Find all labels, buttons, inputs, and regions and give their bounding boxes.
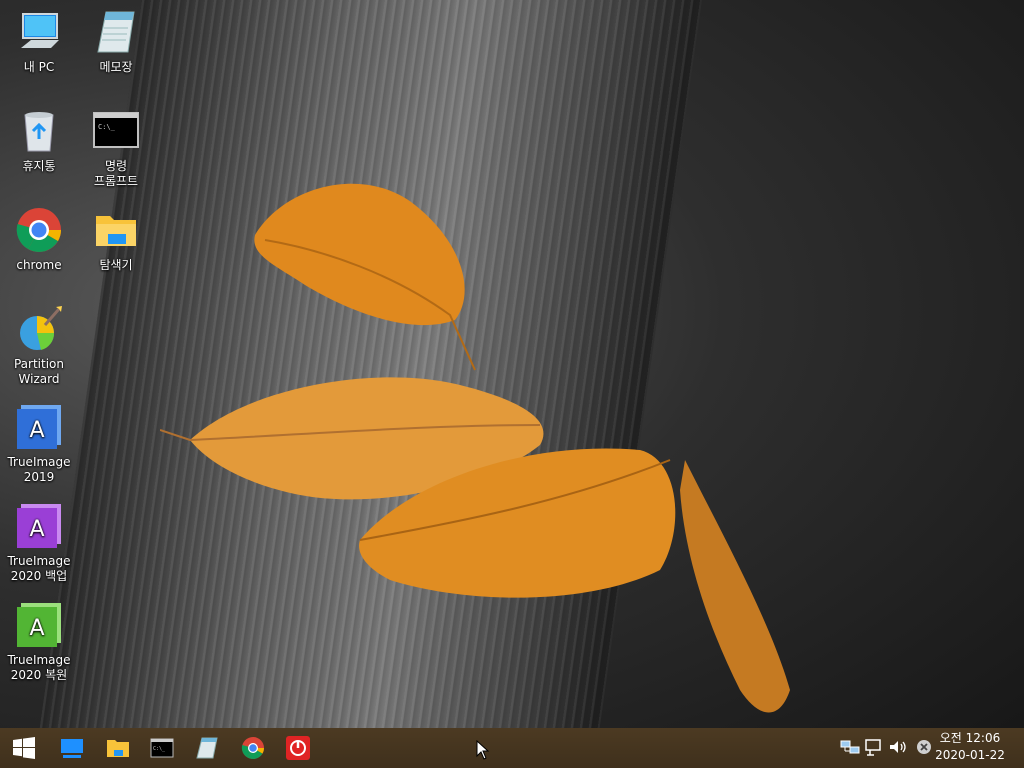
desktop-icon-chrome[interactable]: chrome xyxy=(1,206,77,273)
leaf-right xyxy=(680,460,790,713)
desktop-icon-trueimage-2019[interactable]: A TrueImage 2019 xyxy=(1,403,77,485)
leaf-bottom xyxy=(359,448,676,598)
taskbar-cmd-button[interactable]: C:\_ xyxy=(142,732,182,764)
svg-text:A: A xyxy=(29,418,44,443)
notepad-icon xyxy=(92,8,140,56)
mouse-cursor-icon xyxy=(476,740,490,760)
system-tray xyxy=(840,728,936,768)
taskbar: C:\_ 오전 12:06 2020-01-22 xyxy=(0,728,1024,768)
recycle-bin-icon xyxy=(15,107,63,155)
command-prompt-icon: C:\_ xyxy=(150,738,174,758)
taskbar-chrome-button[interactable] xyxy=(233,732,273,764)
taskbar-explorer-button[interactable] xyxy=(98,732,138,764)
desktop-icon-trueimage-2020-backup[interactable]: A TrueImage 2020 백업 xyxy=(1,502,77,584)
desktop-icon-my-pc[interactable]: 내 PC xyxy=(1,8,77,75)
leaf-top xyxy=(254,183,476,371)
trueimage-icon: A xyxy=(15,403,63,451)
taskbar-power-button[interactable] xyxy=(278,732,318,764)
taskbar-desktop-button[interactable] xyxy=(52,732,92,764)
folder-icon xyxy=(92,206,140,254)
svg-text:C:\_: C:\_ xyxy=(153,746,166,752)
desktop-icon xyxy=(61,739,83,758)
taskbar-notepad-button[interactable] xyxy=(187,732,227,764)
command-prompt-icon: C:\_ xyxy=(92,107,140,155)
windows-start-icon xyxy=(13,737,35,759)
start-button[interactable] xyxy=(4,732,44,764)
clock-date: 2020-01-22 xyxy=(935,748,1005,762)
svg-text:A: A xyxy=(29,616,44,641)
power-icon xyxy=(286,736,310,760)
chrome-icon xyxy=(241,737,264,759)
desktop-icon-partition-wizard[interactable]: Partition Wizard xyxy=(1,305,77,387)
clock-time: 오전 12:06 xyxy=(939,731,1001,745)
computer-icon xyxy=(15,8,63,56)
desktop-icon-recycle-bin[interactable]: 휴지통 xyxy=(1,107,77,174)
partition-wizard-icon xyxy=(15,305,63,353)
volume-icon[interactable] xyxy=(888,737,910,759)
notepad-icon xyxy=(196,737,218,759)
svg-text:A: A xyxy=(29,517,44,542)
taskbar-clock[interactable]: 오전 12:06 2020-01-22 xyxy=(930,730,1010,764)
trueimage-icon: A xyxy=(15,502,63,550)
file-explorer-icon xyxy=(107,740,129,757)
ethernet-icon[interactable] xyxy=(864,737,886,759)
trueimage-icon: A xyxy=(15,601,63,649)
desktop-icon-trueimage-2020-restore[interactable]: A TrueImage 2020 복원 xyxy=(1,601,77,683)
network-icon[interactable] xyxy=(840,737,862,759)
svg-text:C:\_: C:\_ xyxy=(98,123,116,131)
desktop-icon-notepad[interactable]: 메모장 xyxy=(78,8,154,75)
desktop-icon-command-prompt[interactable]: C:\_ 명령 프롬프트 xyxy=(78,107,154,189)
desktop-icon-explorer[interactable]: 탐색기 xyxy=(78,206,154,273)
chrome-icon xyxy=(15,206,63,254)
